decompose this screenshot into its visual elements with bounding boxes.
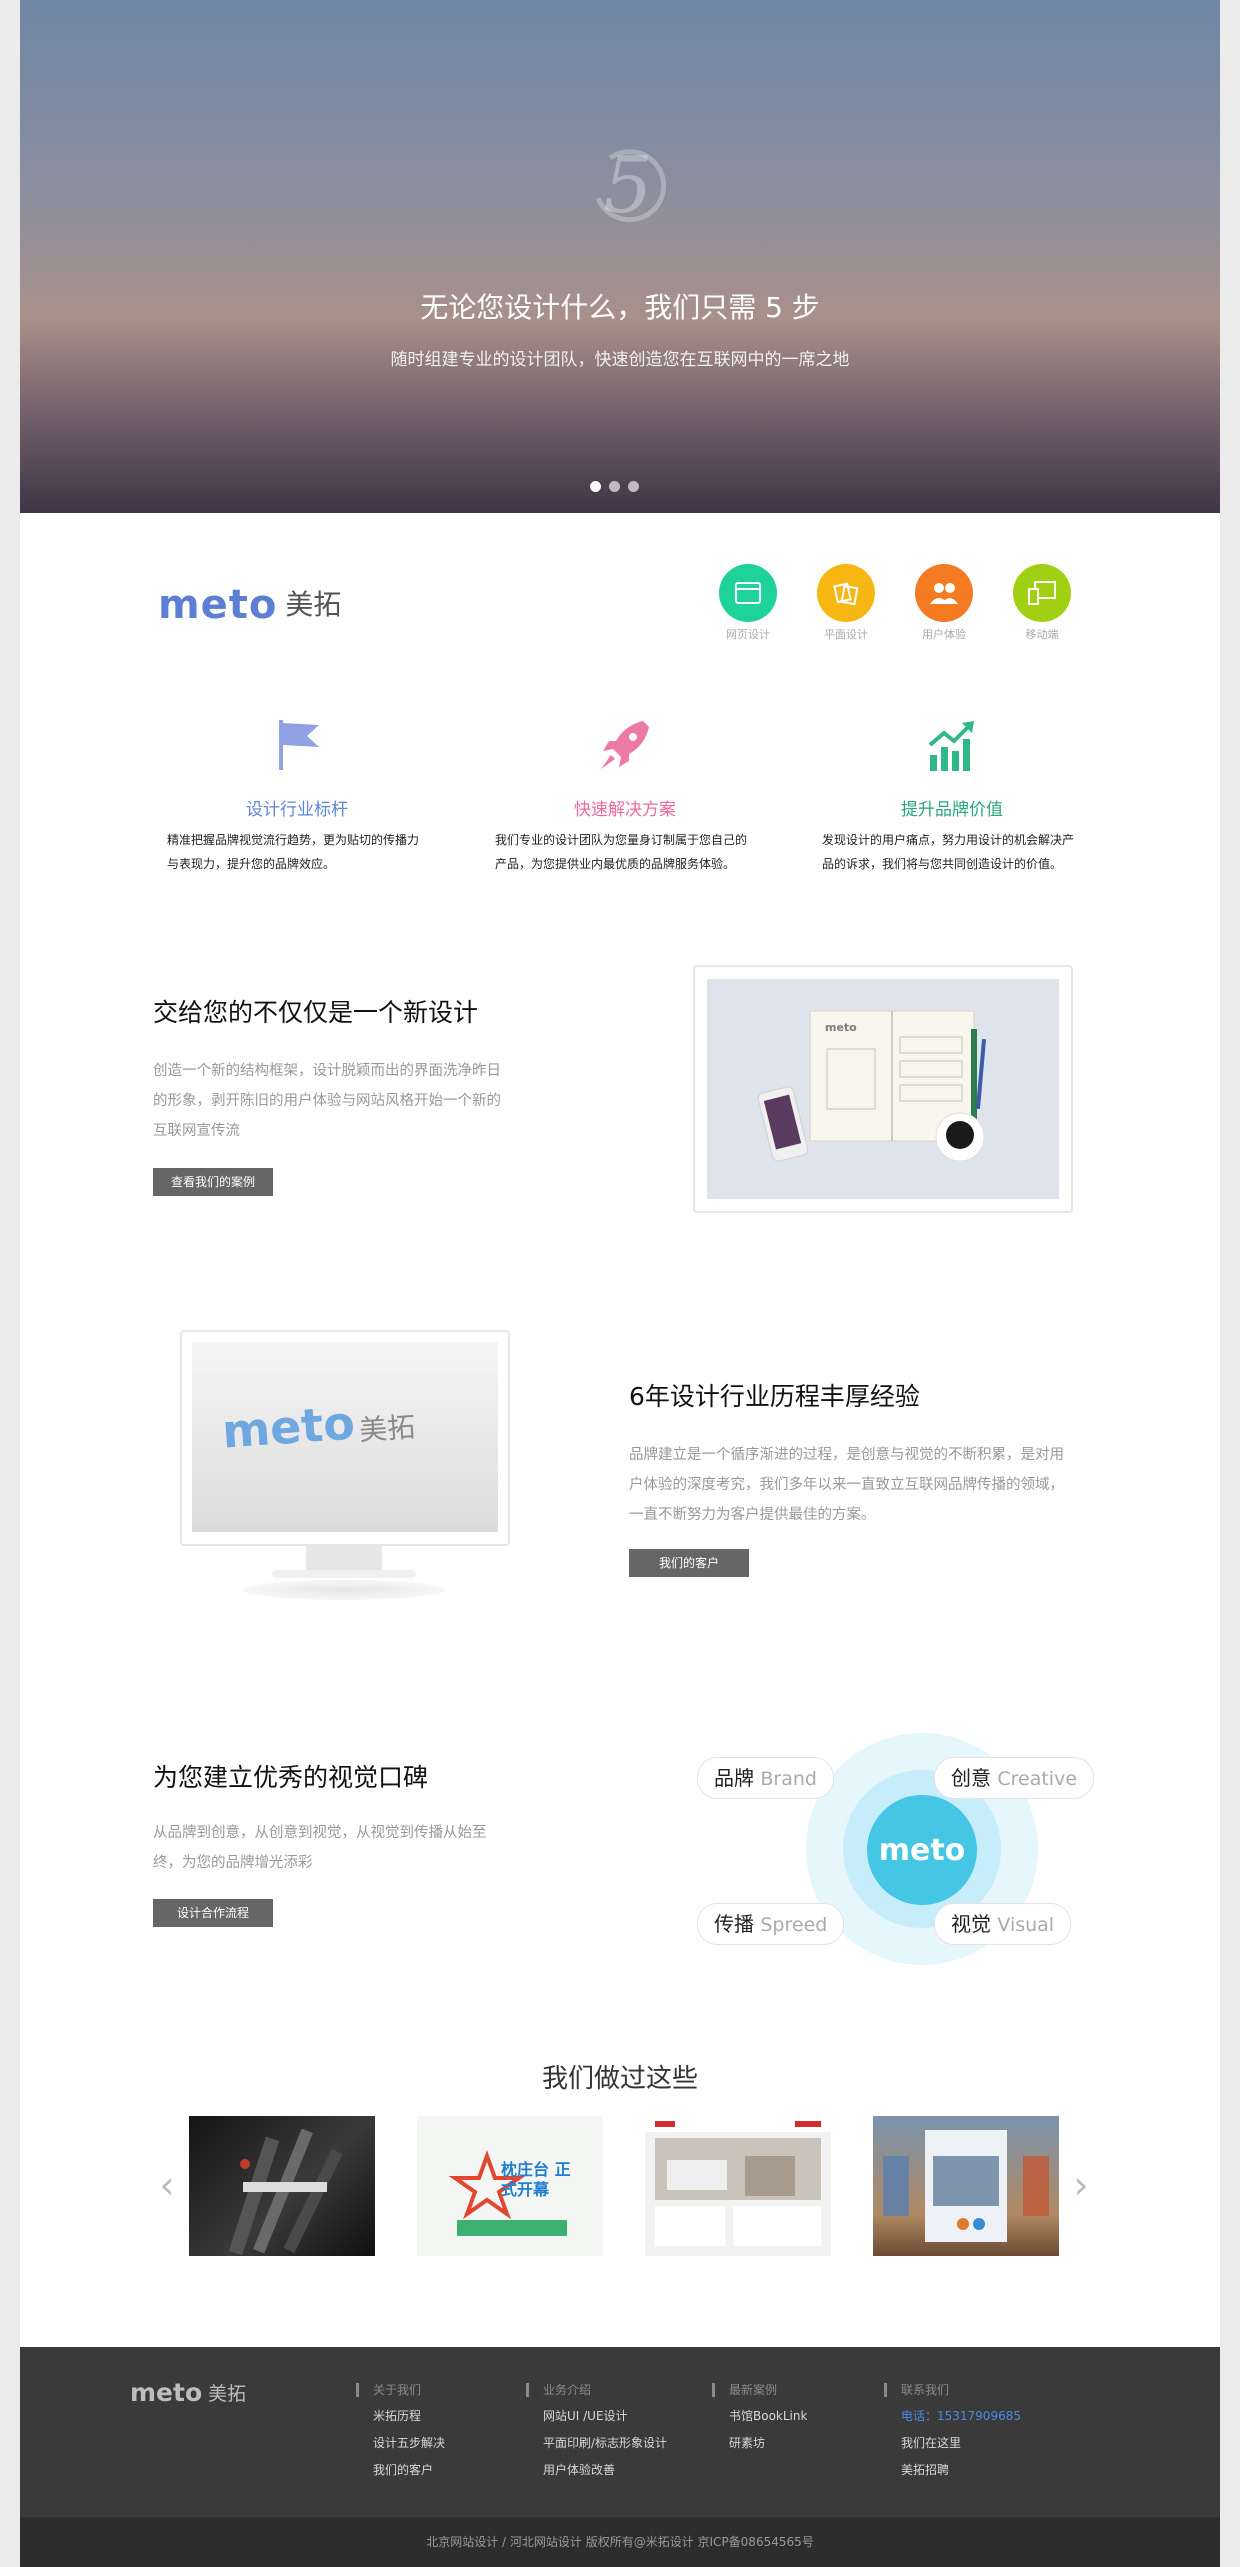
- rocket-icon: [595, 715, 655, 775]
- diagram-core-logo: meto: [867, 1795, 977, 1905]
- our-clients-button[interactable]: 我们的客户: [629, 1549, 749, 1577]
- section1-title: 交给您的不仅仅是一个新设计: [153, 998, 479, 1027]
- feature-title: 快速解决方案: [574, 800, 676, 820]
- devices-icon[interactable]: [1013, 564, 1071, 622]
- footer-link[interactable]: 用户体验改善: [543, 2461, 686, 2478]
- footer-link[interactable]: 设计五步解决: [373, 2434, 516, 2451]
- footer-column-cases: 最新案例 书馆BookLink 研素坊: [712, 2383, 872, 2451]
- pill-visual: 视觉 Visual: [934, 1903, 1072, 1945]
- footer-phone[interactable]: 电话：15317909685: [901, 2407, 1044, 2424]
- footer-heading: 最新案例: [712, 2383, 872, 2397]
- feature-description: 发现设计的用户痛点，努力用设计的机会解决产品的诉求，我们将与您共同创造设计的价值…: [822, 833, 1075, 871]
- chevron-right-icon[interactable]: ›: [1066, 2165, 1096, 2205]
- section2-body: 品牌建立是一个循序渐进的过程，是创意与视觉的不断积累，是对用户体验的深度考究，我…: [629, 1447, 1064, 1523]
- hero-banner: 5 无论您设计什么，我们只需 5 步 随时组建专业的设计团队，快速创造您在互联网…: [20, 0, 1220, 513]
- service-label: 移动端: [1025, 628, 1059, 641]
- pill-brand: 品牌 Brand: [697, 1757, 834, 1799]
- hero-title: 无论您设计什么，我们只需 5 步: [420, 291, 820, 324]
- documents-icon[interactable]: [817, 564, 875, 622]
- monitor-screen: meto 美拓: [192, 1342, 498, 1532]
- notebook-showcase: meto: [693, 965, 1073, 1213]
- monitor-stand: [306, 1544, 382, 1570]
- slide-dot-1[interactable]: [590, 481, 601, 492]
- footer-heading: 业务介绍: [526, 2383, 686, 2397]
- section2-title: 6年设计行业历程丰厚经验: [629, 1382, 920, 1411]
- footer-logo[interactable]: meto 美拓: [130, 2378, 246, 2407]
- users-icon[interactable]: [915, 564, 973, 622]
- monitor-shadow: [242, 1580, 446, 1600]
- section1-body: 创造一个新的结构框架，设计脱颖而出的界面洗净昨日的形象，剥开陈旧的用户体验与网站…: [153, 1063, 501, 1139]
- service-mobile[interactable]: 移动端: [1007, 564, 1077, 642]
- feature-title: 设计行业标杆: [246, 800, 348, 820]
- work-thumbnail-2[interactable]: 枕庄台 正式开幕: [417, 2116, 603, 2256]
- slide-dot-3[interactable]: [628, 481, 639, 492]
- slide-dot-2[interactable]: [609, 481, 620, 492]
- service-user-experience[interactable]: 用户体验: [909, 564, 979, 642]
- footer-link[interactable]: 研素坊: [729, 2434, 872, 2451]
- copyright-bar: 北京网站设计 / 河北网站设计 版权所有@米拓设计 京ICP备08654565号: [20, 2517, 1220, 2567]
- feature-industry-benchmark: 设计行业标杆 精准把握品牌视觉流行趋势，更为贴切的传播力与表现力，提升您的品牌效…: [167, 715, 427, 876]
- section3-body: 从品牌到创意，从创意到视觉，从视觉到传播从始至终，为您的品牌增光添彩: [153, 1825, 487, 1871]
- growth-chart-icon: [922, 715, 982, 775]
- view-cases-button[interactable]: 查看我们的案例: [153, 1168, 273, 1196]
- notebook-scene: meto: [707, 979, 1059, 1199]
- pill-creative: 创意 Creative: [934, 1757, 1095, 1799]
- logo-chinese: 美拓: [285, 588, 342, 621]
- notebook-logo-text: meto: [825, 1021, 857, 1034]
- work-thumbnail-1[interactable]: [189, 2116, 375, 2256]
- work-thumbnail-4[interactable]: [873, 2116, 1059, 2256]
- work-thumbnail-3[interactable]: [645, 2116, 831, 2256]
- feature-title: 提升品牌价值: [901, 800, 1003, 820]
- footer-heading: 关于我们: [356, 2383, 516, 2397]
- screen-logo: meto 美拓: [220, 1395, 417, 1459]
- monitor-base: [272, 1570, 416, 1578]
- cooperation-process-button[interactable]: 设计合作流程: [153, 1899, 273, 1927]
- pill-spreed: 传播 Spreed: [697, 1903, 845, 1945]
- service-web-design[interactable]: 网页设计: [713, 564, 783, 642]
- monitor-showcase: meto 美拓: [180, 1330, 514, 1620]
- feature-description: 精准把握品牌视觉流行趋势，更为贴切的传播力与表现力，提升您的品牌效应。: [167, 833, 420, 871]
- five-step-icon: 5: [580, 138, 676, 234]
- slider-pagination: [590, 481, 650, 493]
- brand-logo[interactable]: meto 美拓: [158, 580, 341, 630]
- footer-link[interactable]: 我们在这里: [901, 2434, 1044, 2451]
- feature-description: 我们专业的设计团队为您量身订制属于您自己的产品，为您提供业内最优质的品牌服务体验…: [495, 833, 748, 871]
- footer-heading: 联系我们: [884, 2383, 1044, 2397]
- footer-link[interactable]: 书馆BookLink: [729, 2407, 872, 2424]
- browser-icon[interactable]: [719, 564, 777, 622]
- chevron-left-icon[interactable]: ‹: [152, 2165, 182, 2205]
- hero-subtitle: 随时组建专业的设计团队，快速创造您在互联网中的一席之地: [390, 350, 850, 370]
- work-thumbnail-2-text: 枕庄台 正式开幕: [501, 2160, 571, 2199]
- service-graphic-design[interactable]: 平面设计: [811, 564, 881, 642]
- flag-icon: [267, 715, 327, 775]
- section3-title: 为您建立优秀的视觉口碑: [153, 1763, 429, 1792]
- footer-link[interactable]: 米拓历程: [373, 2407, 516, 2424]
- footer-link[interactable]: 美拓招聘: [901, 2461, 1044, 2478]
- footer-column-services: 业务介绍 网站UI /UE设计 平面印刷/标志形象设计 用户体验改善: [526, 2383, 686, 2478]
- footer-column-contact: 联系我们 电话：15317909685 我们在这里 美拓招聘: [884, 2383, 1044, 2478]
- service-label: 网页设计: [726, 628, 770, 641]
- footer-link[interactable]: 网站UI /UE设计: [543, 2407, 686, 2424]
- logo-wordmark: meto: [158, 582, 278, 628]
- feature-fast-solution: 快速解决方案 我们专业的设计团队为您量身订制属于您自己的产品，为您提供业内最优质…: [495, 715, 755, 876]
- page: 5 无论您设计什么，我们只需 5 步 随时组建专业的设计团队，快速创造您在互联网…: [20, 0, 1220, 2567]
- service-label: 用户体验: [922, 628, 966, 641]
- footer-column-about: 关于我们 米拓历程 设计五步解决 我们的客户: [356, 2383, 516, 2478]
- feature-brand-value: 提升品牌价值 发现设计的用户痛点，努力用设计的机会解决产品的诉求，我们将与您共同…: [822, 715, 1082, 876]
- footer-link[interactable]: 我们的客户: [373, 2461, 516, 2478]
- works-title: 我们做过这些: [541, 2064, 698, 2094]
- service-label: 平面设计: [824, 628, 868, 641]
- monitor-frame: meto 美拓: [180, 1330, 510, 1546]
- footer-link[interactable]: 平面印刷/标志形象设计: [543, 2434, 686, 2451]
